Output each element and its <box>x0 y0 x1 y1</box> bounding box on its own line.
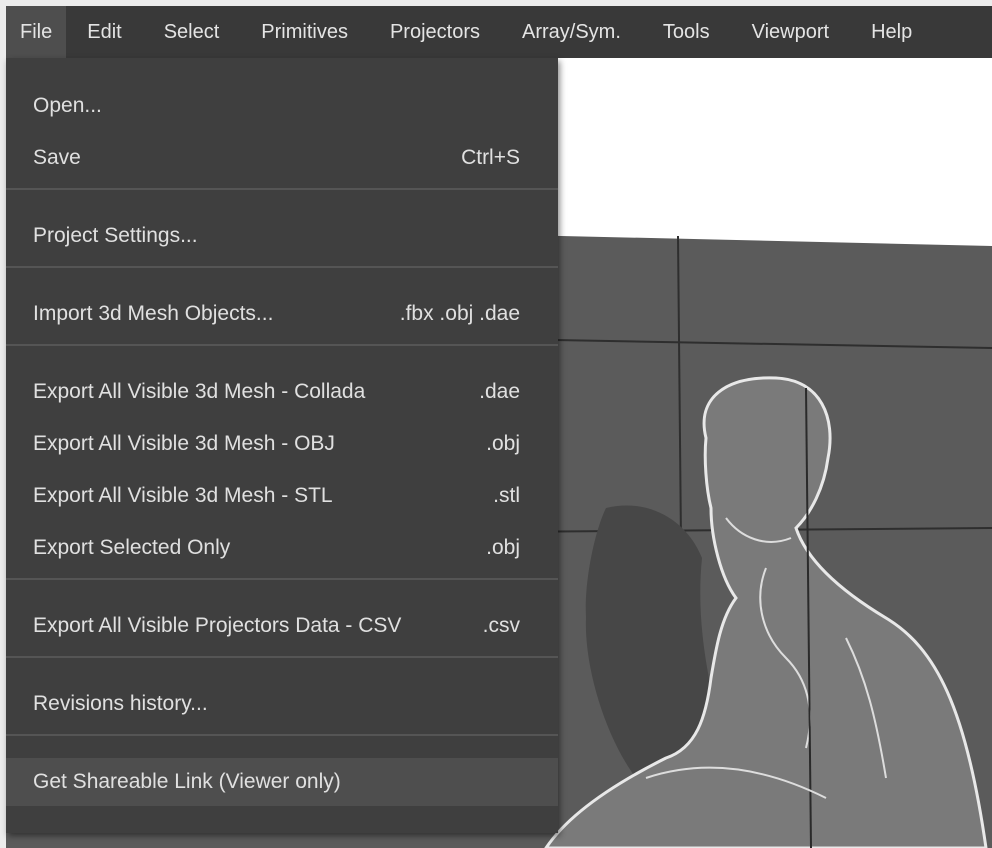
menu-item[interactable]: Import 3d Mesh Objects... .fbx .obj .dae <box>6 290 558 338</box>
menu-item[interactable]: Export All Visible 3d Mesh - STL .stl <box>6 472 558 520</box>
menu-item[interactable]: Project Settings... <box>6 212 558 260</box>
menu-item-shortcut: .obj <box>486 432 520 455</box>
menu-bar: File Edit Select Primitives Projectors A… <box>6 6 992 58</box>
menu-separator <box>6 344 558 346</box>
menu-item[interactable]: Open... <box>6 82 558 130</box>
menu-viewport[interactable]: Viewport <box>731 6 850 58</box>
menu-item-label: Get Shareable Link (Viewer only) <box>33 770 341 793</box>
menu-item-shortcut: .stl <box>493 484 520 507</box>
menu-item-label: Revisions history... <box>33 692 208 715</box>
menu-projectors[interactable]: Projectors <box>369 6 501 58</box>
menu-item-label: Open... <box>33 94 102 117</box>
menu-separator <box>6 188 558 190</box>
menu-item[interactable]: Get Shareable Link (Viewer only) <box>6 758 558 806</box>
menu-item-label: Export All Visible Projectors Data - CSV <box>33 614 402 637</box>
menu-edit[interactable]: Edit <box>66 6 142 58</box>
menu-item[interactable]: Export All Visible 3d Mesh - Collada .dae <box>6 368 558 416</box>
menu-item[interactable]: Export Selected Only .obj <box>6 524 558 572</box>
menu-item-shortcut: .dae <box>479 380 520 403</box>
menu-item[interactable]: Revisions history... <box>6 680 558 728</box>
menu-help[interactable]: Help <box>850 6 933 58</box>
menu-item-label: Export All Visible 3d Mesh - STL <box>33 484 333 507</box>
menu-array-sym[interactable]: Array/Sym. <box>501 6 642 58</box>
menu-item-shortcut: .csv <box>482 614 520 637</box>
menu-separator <box>6 266 558 268</box>
menu-item-shortcut: .fbx .obj .dae <box>399 302 520 325</box>
menu-item-label: Project Settings... <box>33 224 198 247</box>
menu-primitives[interactable]: Primitives <box>240 6 369 58</box>
menu-item[interactable]: Save Ctrl+S <box>6 134 558 182</box>
menu-item-label: Import 3d Mesh Objects... <box>33 302 274 325</box>
menu-file[interactable]: File <box>6 6 67 58</box>
menu-item[interactable]: Export All Visible Projectors Data - CSV… <box>6 602 558 650</box>
menu-item-shortcut: Ctrl+S <box>461 146 520 169</box>
menu-item-label: Save <box>33 146 81 169</box>
menu-separator <box>6 578 558 580</box>
menu-separator <box>6 734 558 736</box>
menu-item-label: Export Selected Only <box>33 536 231 559</box>
menu-item-label: Export All Visible 3d Mesh - Collada <box>33 380 366 403</box>
menu-select[interactable]: Select <box>143 6 241 58</box>
menu-separator <box>6 656 558 658</box>
file-dropdown-menu: Open... Save Ctrl+S Project Settings... Impo… <box>6 58 558 833</box>
menu-tools[interactable]: Tools <box>642 6 731 58</box>
menu-item-label: Export All Visible 3d Mesh - OBJ <box>33 432 335 455</box>
menu-item-shortcut: .obj <box>486 536 520 559</box>
menu-item[interactable]: Export All Visible 3d Mesh - OBJ .obj <box>6 420 558 468</box>
